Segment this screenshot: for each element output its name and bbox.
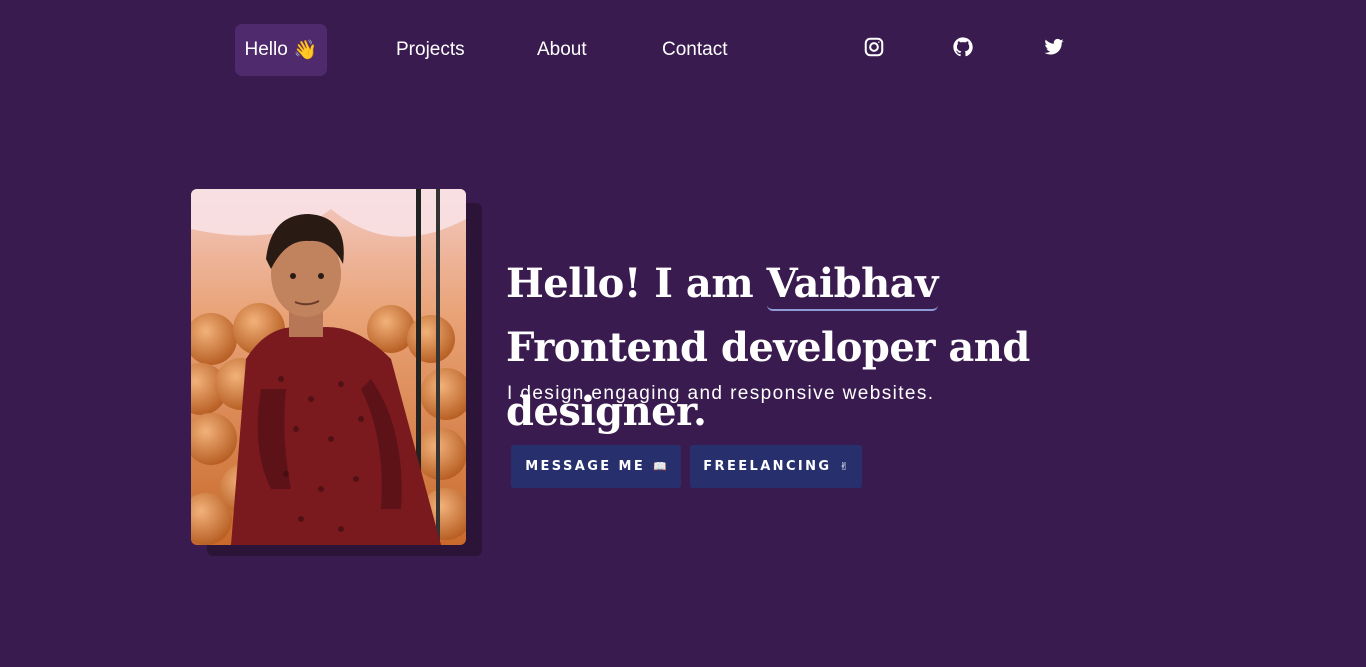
nav-hello-label: Hello [244, 39, 288, 60]
waving-hand-icon: 👋 [293, 40, 318, 61]
victory-hand-icon: ✌ [839, 460, 849, 473]
hero-name: Vaibhav [766, 260, 938, 311]
top-navigation: Hello 👋 Projects About Contact [0, 0, 1366, 100]
book-icon: 📖 [653, 460, 667, 473]
github-icon[interactable] [952, 36, 976, 60]
twitter-icon[interactable] [1043, 36, 1067, 60]
nav-projects[interactable]: Projects [396, 24, 465, 76]
message-me-label: MESSAGE ME [525, 459, 646, 474]
freelancing-label: FREELANCING [703, 459, 832, 474]
nav-hello[interactable]: Hello 👋 [235, 24, 327, 76]
nav-about[interactable]: About [537, 24, 587, 76]
headline-prefix: Hello! I am [506, 260, 754, 307]
message-me-button[interactable]: MESSAGE ME 📖 [511, 445, 681, 488]
profile-photo [191, 189, 466, 545]
headline-suffix: Frontend developer and designer. [506, 324, 1030, 435]
hero-headline: Hello! I am Vaibhav Frontend developer a… [506, 252, 1146, 444]
hero-subtitle: I design engaging and responsive website… [507, 383, 935, 404]
nav-contact[interactable]: Contact [662, 24, 727, 76]
instagram-icon[interactable] [863, 36, 887, 60]
freelancing-button[interactable]: FREELANCING ✌ [690, 445, 862, 488]
